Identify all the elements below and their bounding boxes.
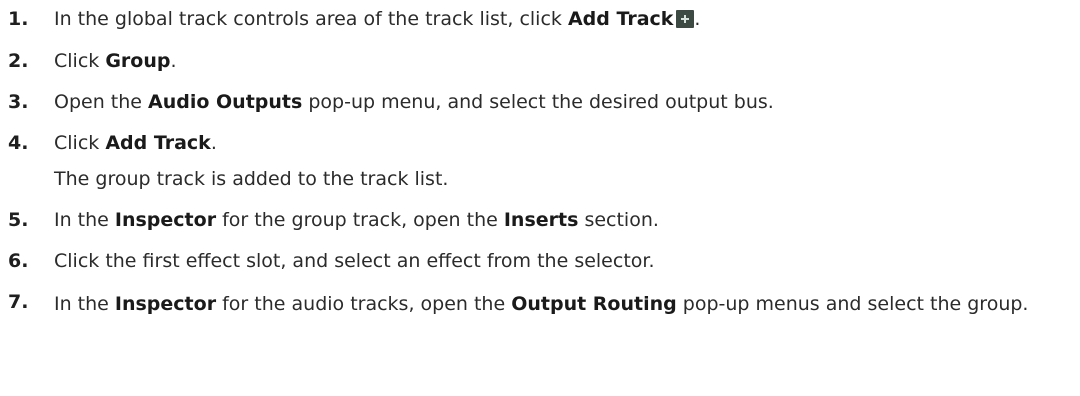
step-text: In the Inspector for the audio tracks, o… bbox=[54, 293, 1029, 315]
ui-term: Inspector bbox=[114, 209, 217, 231]
step-text: Click Add Track. bbox=[54, 132, 217, 154]
step-text: In the global track controls area of the… bbox=[54, 8, 701, 30]
ui-term: Group bbox=[105, 50, 171, 72]
step-7: 7. In the Inspector for the audio tracks… bbox=[0, 290, 1060, 350]
ui-term: Output Routing bbox=[511, 293, 677, 315]
step-text: Click the first effect slot, and select … bbox=[54, 250, 655, 272]
step-number: 7. bbox=[8, 291, 29, 313]
ui-term: Add Track bbox=[105, 132, 211, 154]
step-text: In the Inspector for the group track, op… bbox=[54, 209, 659, 231]
step-number: 3. bbox=[8, 91, 29, 113]
step-number: 5. bbox=[8, 209, 29, 231]
ui-term: Inspector bbox=[114, 293, 217, 315]
procedure-steps: 1. In the global track controls area of … bbox=[0, 0, 1080, 396]
ui-term: Add Track bbox=[567, 8, 674, 30]
step-text: Open the Audio Outputs pop-up menu, and … bbox=[54, 91, 774, 113]
ui-term: Audio Outputs bbox=[148, 91, 303, 113]
step-number: 6. bbox=[8, 250, 29, 272]
step-text: Click Group. bbox=[54, 50, 177, 72]
ui-term: Inserts bbox=[503, 209, 579, 231]
step-result-text: The group track is added to the track li… bbox=[54, 168, 449, 190]
step-number: 4. bbox=[8, 132, 29, 154]
add-plus-icon bbox=[676, 10, 695, 28]
step-number: 1. bbox=[8, 8, 29, 30]
step-number: 2. bbox=[8, 50, 29, 72]
